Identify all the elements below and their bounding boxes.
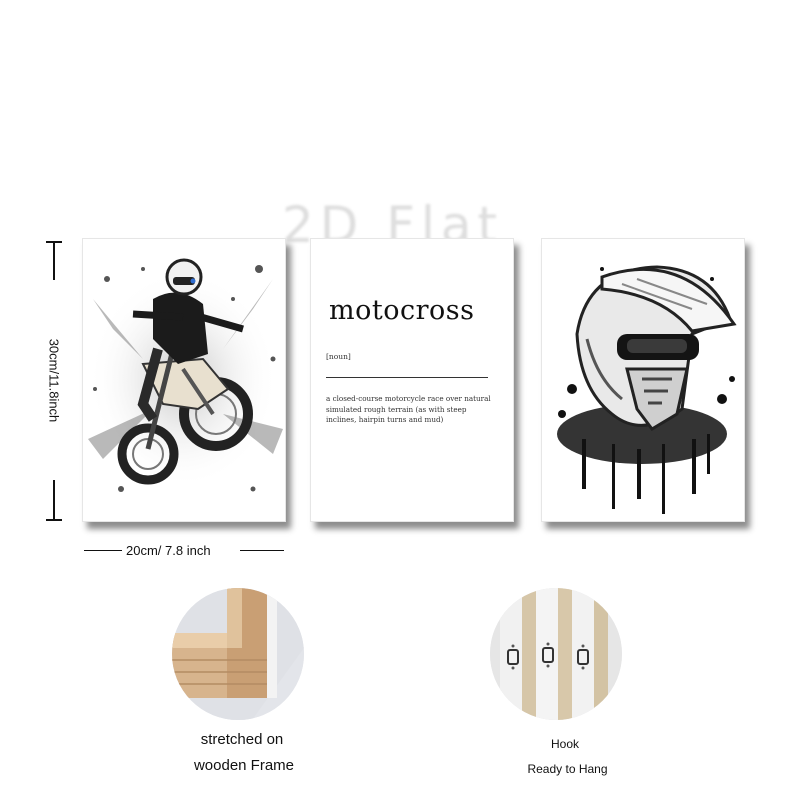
motocross-helmet-icon xyxy=(557,265,737,514)
hook-caption-line1: Hook xyxy=(550,737,579,751)
height-dimension-label: 30cm/11.8inch xyxy=(46,338,62,422)
hook-icon xyxy=(490,588,622,720)
poster-helmet xyxy=(541,238,745,522)
definition-divider xyxy=(326,377,488,378)
definition-part-of-speech: [noun] xyxy=(326,352,351,361)
poster-definition: motocross [noun] a closed-course motorcy… xyxy=(310,238,514,522)
hook-photo xyxy=(490,588,622,720)
definition-word: motocross xyxy=(329,295,475,326)
width-dimension-line-left xyxy=(84,550,122,551)
product-image: 2D Flat motocross [noun] a closed-course… xyxy=(0,0,800,800)
hook-caption-line2: Ready to Hang xyxy=(527,762,608,776)
width-dimension: 20cm/ 7.8 inch xyxy=(84,543,284,558)
wooden-frame-photo xyxy=(172,588,304,720)
width-dimension-line-right xyxy=(240,550,284,551)
wooden-frame-icon xyxy=(172,588,304,720)
height-dimension: 30cm/11.8inch xyxy=(38,280,70,480)
frame-caption-line2: wooden Frame xyxy=(193,757,295,774)
frame-caption-line1: stretched on xyxy=(200,731,284,748)
motocross-rider-icon xyxy=(88,258,283,492)
poster-motorcycle xyxy=(82,238,286,522)
width-dimension-label: 20cm/ 7.8 inch xyxy=(126,543,211,558)
definition-text: a closed-course motorcycle race over nat… xyxy=(326,394,491,424)
